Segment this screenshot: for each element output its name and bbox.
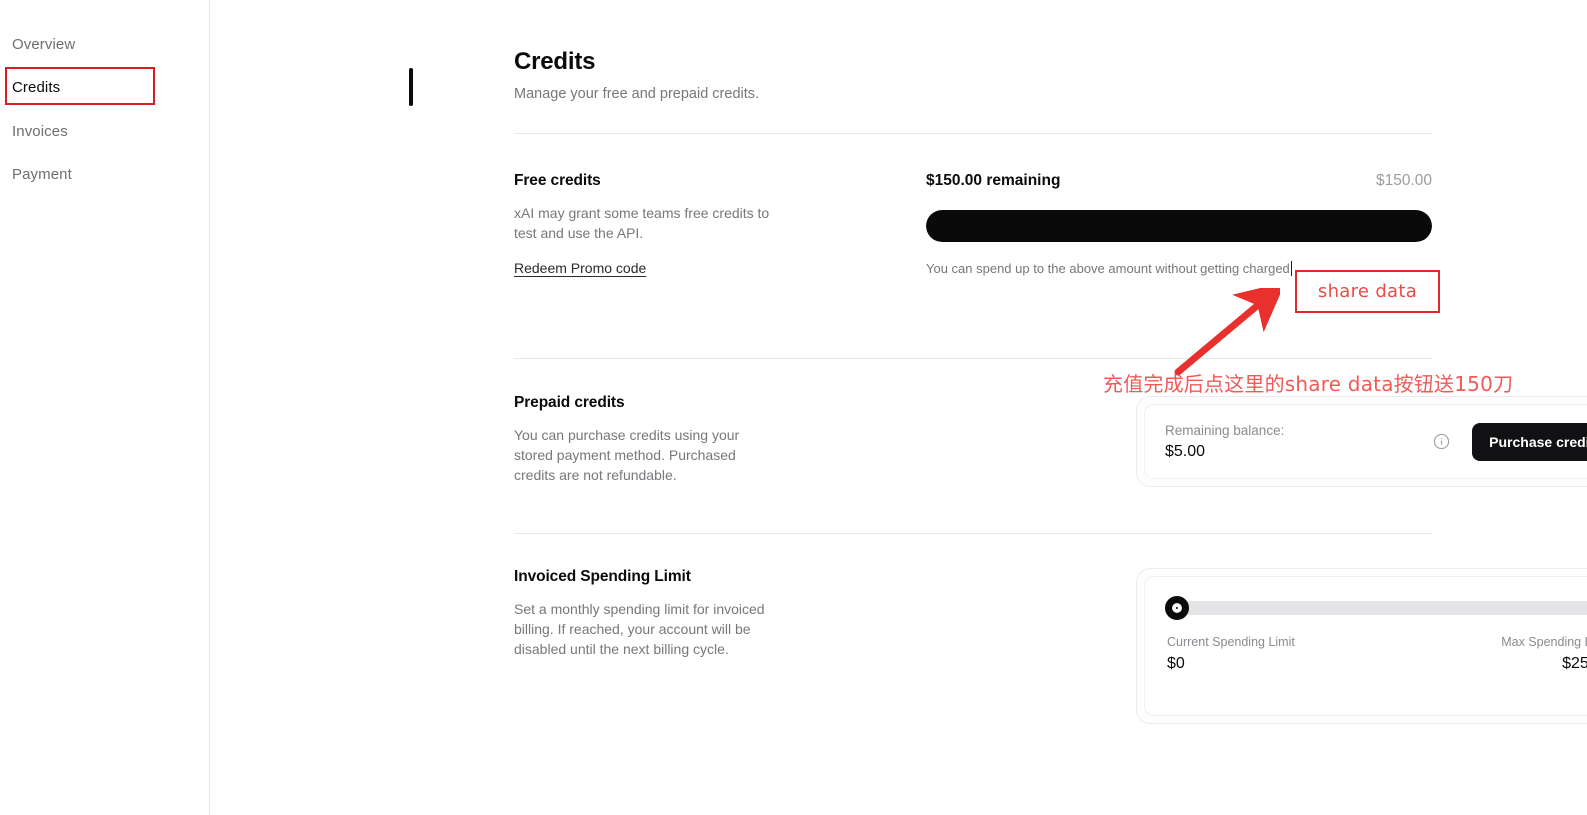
remaining-balance-value: $5.00 [1165,443,1206,460]
free-credits-title: Free credits [514,172,601,189]
page-root: Overview Credits Invoices Payment Credit… [0,0,1587,815]
sidebar-item-label: Payment [12,166,72,183]
spending-limit-title: Invoiced Spending Limit [514,568,691,585]
free-credits-description: xAI may grant some teams free credits to… [514,205,770,241]
page-title: Credits [514,48,596,75]
sidebar-item-credits[interactable]: Credits [12,79,60,96]
free-credits-progress-fill [926,210,1432,242]
free-credits-progress-track [926,210,1432,242]
prepaid-credits-info: Prepaid credits You can purchase credits… [514,394,814,485]
text-caret [1290,261,1292,276]
section-divider [514,358,1432,359]
spending-limit-description: Set a monthly spending limit for invoice… [514,601,765,657]
spending-limit-slider-thumb[interactable] [1165,596,1189,620]
sidebar-item-payment[interactable]: Payment [12,166,72,183]
current-spending-limit-label: Current Spending Limit [1167,635,1295,649]
prepaid-credits-card: Remaining balance: $5.00 Purchase credit… [1136,396,1587,487]
redeem-promo-code-link[interactable]: Redeem Promo code [514,260,646,276]
spending-limit-labels: Current Spending Limit $0 Max Spending L… [1167,635,1587,673]
info-circle-icon[interactable] [1432,433,1450,451]
main-content: Credits Manage your free and prepaid cre… [210,0,1587,815]
sidebar-item-overview[interactable]: Overview [12,36,75,53]
spending-limit-slider[interactable] [1165,596,1587,620]
free-credits-meter: $150.00 remaining $150.00 You can spend … [926,172,1432,277]
remaining-balance-label: Remaining balance: [1165,423,1285,438]
section-divider [514,133,1432,134]
free-credits-info: Free credits xAI may grant some teams fr… [514,172,814,278]
page-header: Credits Manage your free and prepaid cre… [514,48,1432,104]
section-divider [514,533,1432,534]
sidebar-item-label: Credits [12,79,61,96]
current-spending-limit: Current Spending Limit $0 [1167,635,1295,673]
spending-limit-card-inner: Current Spending Limit $0 Max Spending L… [1144,576,1587,716]
sidebar-item-label: Invoices [12,123,68,140]
sidebar-item-invoices[interactable]: Invoices [12,123,68,140]
spending-limit-card: Current Spending Limit $0 Max Spending L… [1136,568,1587,724]
spending-limit-info: Invoiced Spending Limit Set a monthly sp… [514,568,814,659]
sidebar-item-label: Overview [12,36,76,53]
prepaid-credits-card-inner: Remaining balance: $5.00 Purchase credit… [1144,404,1587,479]
sidebar: Overview Credits Invoices Payment [0,0,210,815]
max-spending-limit-label: Max Spending Limit [1501,635,1587,649]
prepaid-credits-description: You can purchase credits using your stor… [514,427,740,483]
share-data-annotation-label: share data [1317,281,1418,302]
page-subtitle: Manage your free and prepaid credits. [514,86,760,102]
purchase-credits-button[interactable]: Purchase credits [1472,422,1587,461]
free-credits-note-text: You can spend up to the above amount wit… [926,261,1290,276]
max-spending-limit-value: $25.00 [1562,655,1587,672]
prepaid-credits-title: Prepaid credits [514,394,625,411]
current-spending-limit-value: $0 [1167,655,1185,672]
remaining-balance-block: Remaining balance: $5.00 [1165,422,1432,461]
free-credits-remaining: $150.00 remaining [926,172,1061,189]
max-spending-limit: Max Spending Limit $25.00 [1501,635,1587,673]
share-data-annotation-box: share data [1295,270,1440,313]
free-credits-amount-row: $150.00 remaining $150.00 [926,172,1432,190]
free-credits-total: $150.00 [1375,172,1432,189]
chinese-annotation-text: 充值完成后点这里的share data按钮送150刀 [1103,372,1514,396]
